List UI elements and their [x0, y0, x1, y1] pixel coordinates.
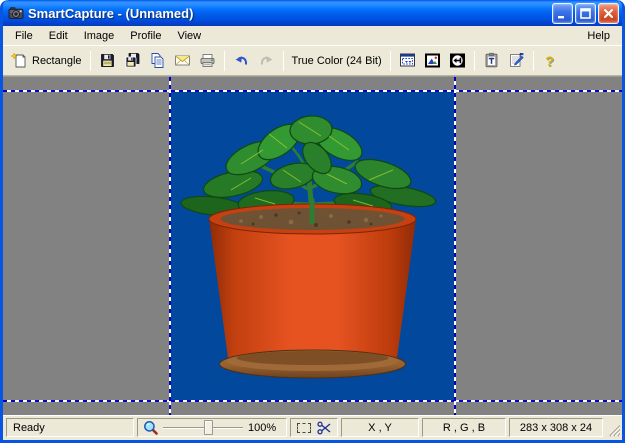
copy-button[interactable] [145, 49, 170, 73]
toolbar-separator [283, 51, 284, 71]
menu-view[interactable]: View [169, 28, 209, 44]
redo-button[interactable] [254, 49, 279, 73]
email-button[interactable] [170, 49, 195, 73]
color-depth-button[interactable]: True Color (24 Bit) [288, 49, 386, 73]
new-capture-button[interactable]: Rectangle [7, 49, 86, 73]
magnifier-icon [143, 420, 158, 435]
save-all-icon [124, 52, 141, 69]
toolbar: Rectangle [3, 45, 622, 76]
paste-clipboard-icon [483, 52, 500, 69]
capture-image-icon [424, 52, 441, 69]
new-page-sparkle-icon [11, 52, 28, 69]
window-controls [552, 3, 619, 24]
undo-button[interactable] [229, 49, 254, 73]
paste-clipboard-button[interactable] [479, 49, 504, 73]
minimize-icon [556, 7, 569, 20]
crop-guide-bottom[interactable] [3, 400, 622, 402]
camera-app-icon [8, 5, 24, 21]
properties-button[interactable] [504, 49, 529, 73]
capture-canvas[interactable] [3, 76, 622, 415]
print-button[interactable] [195, 49, 220, 73]
menu-bar: File Edit Image Profile View Help [3, 26, 622, 45]
zoom-slider-thumb[interactable] [204, 420, 213, 435]
toolbar-separator [533, 51, 534, 71]
pixel-rgb-values: R , G , B [422, 418, 506, 437]
undo-arrow-icon [233, 52, 250, 69]
crop-guide-left[interactable] [169, 77, 171, 415]
menu-edit[interactable]: Edit [41, 28, 76, 44]
printer-icon [199, 52, 216, 69]
zoom-level: 100% [248, 422, 276, 434]
color-depth-label: True Color (24 Bit) [292, 55, 382, 67]
captured-image[interactable] [171, 92, 454, 400]
toolbar-separator [224, 51, 225, 71]
crop-guide-right[interactable] [454, 77, 456, 415]
capture-window-button[interactable] [395, 49, 420, 73]
zoom-slider-track[interactable] [163, 427, 243, 429]
menu-image[interactable]: Image [76, 28, 123, 44]
capture-cursor-icon [449, 52, 466, 69]
selection-rectangle-icon[interactable] [297, 423, 311, 433]
capture-image-button[interactable] [420, 49, 445, 73]
menu-help[interactable]: Help [579, 28, 618, 44]
close-icon [602, 7, 615, 20]
image-dimensions: 283 x 308 x 24 [509, 418, 603, 437]
save-all-button[interactable] [120, 49, 145, 73]
help-button[interactable]: ? [538, 49, 562, 73]
zoom-panel: 100% [137, 418, 287, 437]
status-bar: Ready 100% X , Y R , G , B 28 [3, 415, 622, 440]
redo-arrow-icon [258, 52, 275, 69]
maximize-button[interactable] [575, 3, 596, 24]
selection-tools-panel [290, 418, 338, 437]
capture-window-icon [399, 52, 416, 69]
properties-sheet-icon [508, 52, 525, 69]
close-button[interactable] [598, 3, 619, 24]
copy-pages-icon [149, 52, 166, 69]
floppy-save-icon [99, 52, 116, 69]
toolbar-separator [474, 51, 475, 71]
crop-guide-top[interactable] [3, 90, 622, 92]
toolbar-separator [390, 51, 391, 71]
status-message: Ready [6, 418, 134, 437]
app-window: SmartCapture - (Unnamed) File Edit Image… [0, 0, 625, 443]
zoom-slider[interactable] [163, 419, 243, 436]
potted-plant-picture [171, 92, 454, 400]
help-question-icon: ? [545, 53, 554, 69]
menu-profile[interactable]: Profile [122, 28, 169, 44]
menu-file[interactable]: File [7, 28, 41, 44]
window-title: SmartCapture - (Unnamed) [28, 6, 552, 21]
capture-cursor-button[interactable] [445, 49, 470, 73]
resize-grip[interactable] [606, 418, 620, 437]
title-bar: SmartCapture - (Unnamed) [3, 0, 622, 26]
maximize-icon [579, 7, 592, 20]
cursor-coordinates: X , Y [341, 418, 419, 437]
email-envelope-icon [174, 52, 191, 69]
minimize-button[interactable] [552, 3, 573, 24]
toolbar-separator [90, 51, 91, 71]
capture-mode-label: Rectangle [32, 55, 82, 67]
scissors-icon[interactable] [317, 421, 332, 435]
save-button[interactable] [95, 49, 120, 73]
